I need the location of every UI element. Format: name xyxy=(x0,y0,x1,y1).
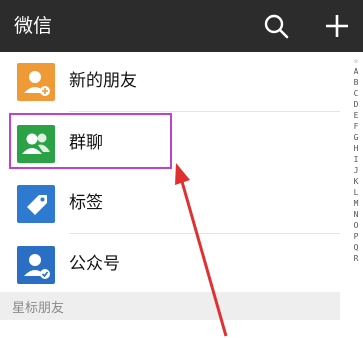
list-item-label: 新的朋友 xyxy=(69,71,137,91)
section-header: 星标朋友 xyxy=(0,292,340,320)
index-letter[interactable]: K xyxy=(349,176,363,187)
index-letter[interactable]: L xyxy=(349,187,363,198)
top-bar: 微信 xyxy=(0,0,363,52)
index-letter[interactable]: C xyxy=(349,88,363,99)
index-letter[interactable]: F xyxy=(349,121,363,132)
index-letter[interactable]: J xyxy=(349,165,363,176)
list-item-tags[interactable]: 标签 xyxy=(0,174,340,234)
alphabet-index[interactable]: ☆ A B C D E F G H I J K L M N O P Q R xyxy=(349,55,363,338)
divider xyxy=(69,111,340,112)
index-letter[interactable]: N xyxy=(349,209,363,220)
index-letter[interactable]: P xyxy=(349,231,363,242)
section-header-label: 星标朋友 xyxy=(12,301,65,316)
tag-icon xyxy=(17,185,55,223)
index-letter[interactable]: E xyxy=(349,110,363,121)
index-letter[interactable]: A xyxy=(349,66,363,77)
list-item-official-accounts[interactable]: 公众号 xyxy=(0,235,340,295)
page-title: 微信 xyxy=(14,15,53,37)
index-letter[interactable]: I xyxy=(349,154,363,165)
index-letter[interactable]: G xyxy=(349,132,363,143)
index-letter[interactable]: D xyxy=(349,99,363,110)
list-item-label: 标签 xyxy=(69,193,103,213)
plus-icon[interactable] xyxy=(323,12,351,40)
index-letter[interactable]: ☆ xyxy=(349,55,363,66)
index-letter[interactable]: Q xyxy=(349,242,363,253)
list-item-new-friends[interactable]: 新的朋友 xyxy=(0,52,340,112)
list-item-label: 公众号 xyxy=(69,254,120,274)
add-friend-icon xyxy=(17,63,55,101)
index-letter[interactable]: M xyxy=(349,198,363,209)
index-letter[interactable]: H xyxy=(349,143,363,154)
search-icon[interactable] xyxy=(262,12,290,40)
index-letter[interactable]: O xyxy=(349,220,363,231)
highlight-box xyxy=(9,113,172,169)
official-account-icon xyxy=(17,246,55,284)
divider xyxy=(69,233,340,234)
index-letter[interactable]: R xyxy=(349,253,363,264)
index-letter[interactable]: B xyxy=(349,77,363,88)
